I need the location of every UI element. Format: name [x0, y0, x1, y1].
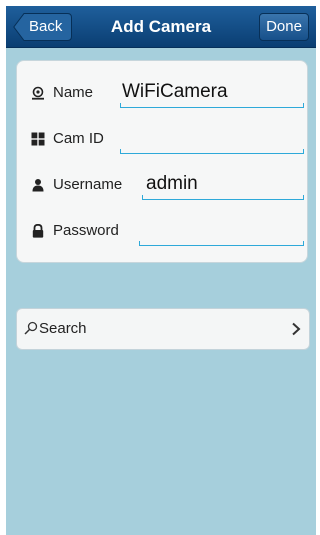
name-row: Name WiFiCamera — [31, 78, 304, 108]
search-button[interactable]: Search — [16, 308, 310, 350]
cam-id-row: Cam ID — [31, 124, 304, 154]
password-label: Password — [53, 222, 119, 239]
back-button[interactable]: Back — [13, 13, 72, 41]
username-field[interactable]: admin — [146, 170, 198, 198]
nav-bar: Add Camera Back Done — [6, 6, 316, 48]
name-field[interactable]: WiFiCamera — [122, 78, 228, 106]
chevron-right-icon — [292, 322, 301, 336]
cam-id-label: Cam ID — [53, 130, 104, 147]
lock-icon — [32, 224, 44, 238]
name-field-underline — [120, 103, 304, 108]
name-label: Name — [53, 84, 94, 101]
password-field-underline — [139, 241, 304, 246]
camera-form: Name WiFiCamera Cam ID Username admin Pa… — [16, 60, 308, 263]
back-button-label: Back — [29, 18, 63, 35]
person-icon — [32, 86, 44, 100]
grid-icon — [31, 132, 45, 146]
password-row: Password — [31, 216, 304, 246]
username-label: Username — [53, 176, 123, 193]
user-icon — [32, 179, 44, 192]
search-icon — [24, 321, 38, 335]
search-label: Search — [39, 320, 87, 337]
done-button[interactable]: Done — [259, 13, 309, 41]
cam-id-field-underline — [120, 149, 304, 154]
username-row: Username admin — [31, 170, 304, 200]
username-field-underline — [142, 195, 304, 200]
add-camera-screen: Add Camera Back Done Name WiFiCamera Cam… — [6, 6, 316, 535]
